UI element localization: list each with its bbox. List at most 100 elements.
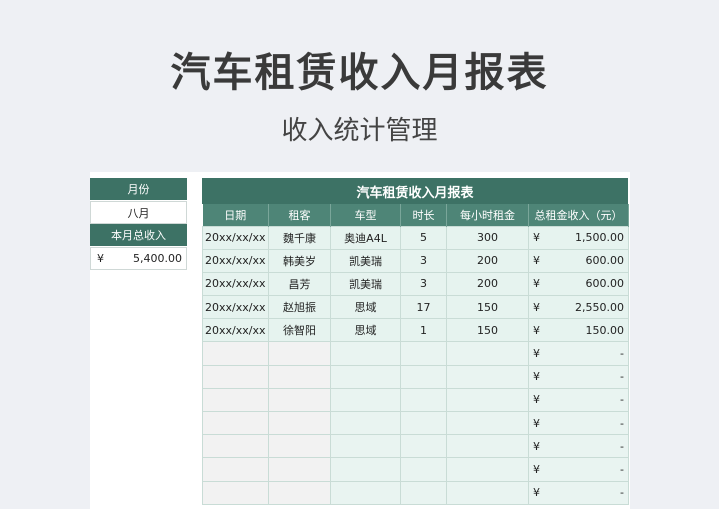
total-income-cell[interactable]: ¥ 5,400.00	[90, 247, 187, 270]
date-cell[interactable]: 20xx/xx/xx	[202, 318, 269, 343]
hours-cell[interactable]	[400, 387, 447, 413]
hours-cell[interactable]: 3	[400, 271, 447, 297]
table-title: 汽车租赁收入月报表	[202, 178, 628, 204]
currency-symbol: ¥	[533, 439, 540, 453]
model-cell[interactable]	[330, 341, 401, 366]
model-cell[interactable]: 思域	[330, 295, 401, 320]
rate-cell[interactable]: 200	[446, 248, 529, 273]
total-income-value: 1,500.00	[575, 231, 624, 245]
model-cell[interactable]	[330, 434, 401, 459]
tenant-cell[interactable]	[268, 410, 331, 436]
summary-panel: 月份 八月 本月总收入 ¥ 5,400.00	[90, 178, 187, 270]
rate-cell[interactable]	[446, 410, 529, 436]
tenant-cell[interactable]	[268, 434, 331, 459]
total-income-cell[interactable]: ¥600.00	[528, 271, 629, 297]
model-cell[interactable]	[330, 410, 401, 436]
tenant-cell[interactable]	[268, 341, 331, 366]
rate-cell[interactable]: 150	[446, 295, 529, 320]
currency-symbol: ¥	[533, 277, 540, 291]
rate-cell[interactable]	[446, 341, 529, 366]
hours-cell[interactable]	[400, 480, 447, 505]
column-header-date: 日期	[202, 204, 269, 226]
tenant-cell[interactable]: 昌芳	[268, 271, 331, 297]
date-cell[interactable]: 20xx/xx/xx	[202, 225, 269, 250]
total-income-cell[interactable]: ¥ -	[528, 387, 629, 413]
tenant-cell[interactable]	[268, 480, 331, 505]
total-income-cell[interactable]: ¥150.00	[528, 318, 629, 343]
currency-symbol: ¥	[533, 323, 540, 337]
rate-cell[interactable]	[446, 387, 529, 413]
hours-cell[interactable]: 3	[400, 248, 447, 273]
tenant-cell[interactable]: 徐智阳	[268, 318, 331, 343]
currency-symbol: ¥	[533, 462, 540, 476]
rate-cell[interactable]	[446, 480, 529, 505]
currency-symbol: ¥	[533, 393, 540, 407]
model-cell[interactable]	[330, 457, 401, 482]
hours-cell[interactable]	[400, 457, 447, 482]
hours-cell[interactable]	[400, 341, 447, 366]
total-income-cell[interactable]: ¥2,550.00	[528, 295, 629, 320]
hours-cell[interactable]: 17	[400, 295, 447, 320]
rate-cell[interactable]	[446, 457, 529, 482]
table-row: ¥ -	[202, 364, 629, 389]
table-row: ¥ -	[202, 480, 629, 505]
hours-cell[interactable]	[400, 410, 447, 436]
model-cell[interactable]	[330, 480, 401, 505]
total-income-cell[interactable]: ¥ -	[528, 364, 629, 389]
tenant-cell[interactable]	[268, 457, 331, 482]
total-income-cell[interactable]: ¥1,500.00	[528, 225, 629, 250]
date-cell[interactable]	[202, 480, 269, 505]
date-cell[interactable]: 20xx/xx/xx	[202, 271, 269, 297]
table-row: 20xx/xx/xx 昌芳 凯美瑞 3 200 ¥600.00	[202, 271, 629, 297]
date-cell[interactable]	[202, 364, 269, 389]
model-cell[interactable]: 凯美瑞	[330, 248, 401, 273]
model-cell[interactable]: 思域	[330, 318, 401, 343]
date-cell[interactable]	[202, 457, 269, 482]
rate-cell[interactable]	[446, 364, 529, 389]
date-cell[interactable]	[202, 341, 269, 366]
total-income-cell[interactable]: ¥ -	[528, 457, 629, 482]
model-cell[interactable]	[330, 364, 401, 389]
hours-cell[interactable]: 5	[400, 225, 447, 250]
hours-cell[interactable]	[400, 434, 447, 459]
currency-symbol: ¥	[533, 486, 540, 500]
hours-cell[interactable]	[400, 364, 447, 389]
total-income-cell[interactable]: ¥ -	[528, 480, 629, 505]
date-cell[interactable]	[202, 387, 269, 413]
total-income-cell[interactable]: ¥ -	[528, 434, 629, 459]
currency-symbol: ¥	[533, 300, 540, 314]
tenant-cell[interactable]: 赵旭振	[268, 295, 331, 320]
date-cell[interactable]: 20xx/xx/xx	[202, 295, 269, 320]
currency-symbol: ¥	[533, 370, 540, 384]
rate-cell[interactable]: 150	[446, 318, 529, 343]
total-income-value: 600.00	[585, 254, 625, 268]
spreadsheet-area: 月份 八月 本月总收入 ¥ 5,400.00 汽车租赁收入月报表 日期 租客 车…	[90, 172, 630, 509]
total-income-value: -	[620, 370, 624, 384]
tenant-cell[interactable]: 魏千康	[268, 225, 331, 250]
rate-cell[interactable]	[446, 434, 529, 459]
tenant-cell[interactable]	[268, 387, 331, 413]
total-income-cell[interactable]: ¥ -	[528, 341, 629, 366]
table-row: 20xx/xx/xx 赵旭振 思域 17 150 ¥2,550.00	[202, 295, 629, 320]
tenant-cell[interactable]	[268, 364, 331, 389]
date-cell[interactable]	[202, 434, 269, 459]
total-income-value: 2,550.00	[575, 300, 624, 314]
currency-symbol: ¥	[533, 416, 540, 430]
rate-cell[interactable]: 300	[446, 225, 529, 250]
hours-cell[interactable]: 1	[400, 318, 447, 343]
date-cell[interactable]: 20xx/xx/xx	[202, 248, 269, 273]
total-income-value: 150.00	[585, 323, 625, 337]
total-income-cell[interactable]: ¥600.00	[528, 248, 629, 273]
currency-symbol: ¥	[533, 254, 540, 268]
total-income-cell[interactable]: ¥ -	[528, 410, 629, 436]
rental-table: 汽车租赁收入月报表 日期 租客 车型 时长 每小时租金 总租金收入（元） 20x…	[202, 178, 629, 505]
table-row: 20xx/xx/xx 韩美岁 凯美瑞 3 200 ¥600.00	[202, 248, 629, 273]
model-cell[interactable]: 凯美瑞	[330, 271, 401, 297]
rate-cell[interactable]: 200	[446, 271, 529, 297]
total-income-value: -	[620, 486, 624, 500]
model-cell[interactable]	[330, 387, 401, 413]
tenant-cell[interactable]: 韩美岁	[268, 248, 331, 273]
date-cell[interactable]	[202, 410, 269, 436]
month-value-cell[interactable]: 八月	[90, 201, 187, 224]
model-cell[interactable]: 奥迪A4L	[330, 225, 401, 250]
